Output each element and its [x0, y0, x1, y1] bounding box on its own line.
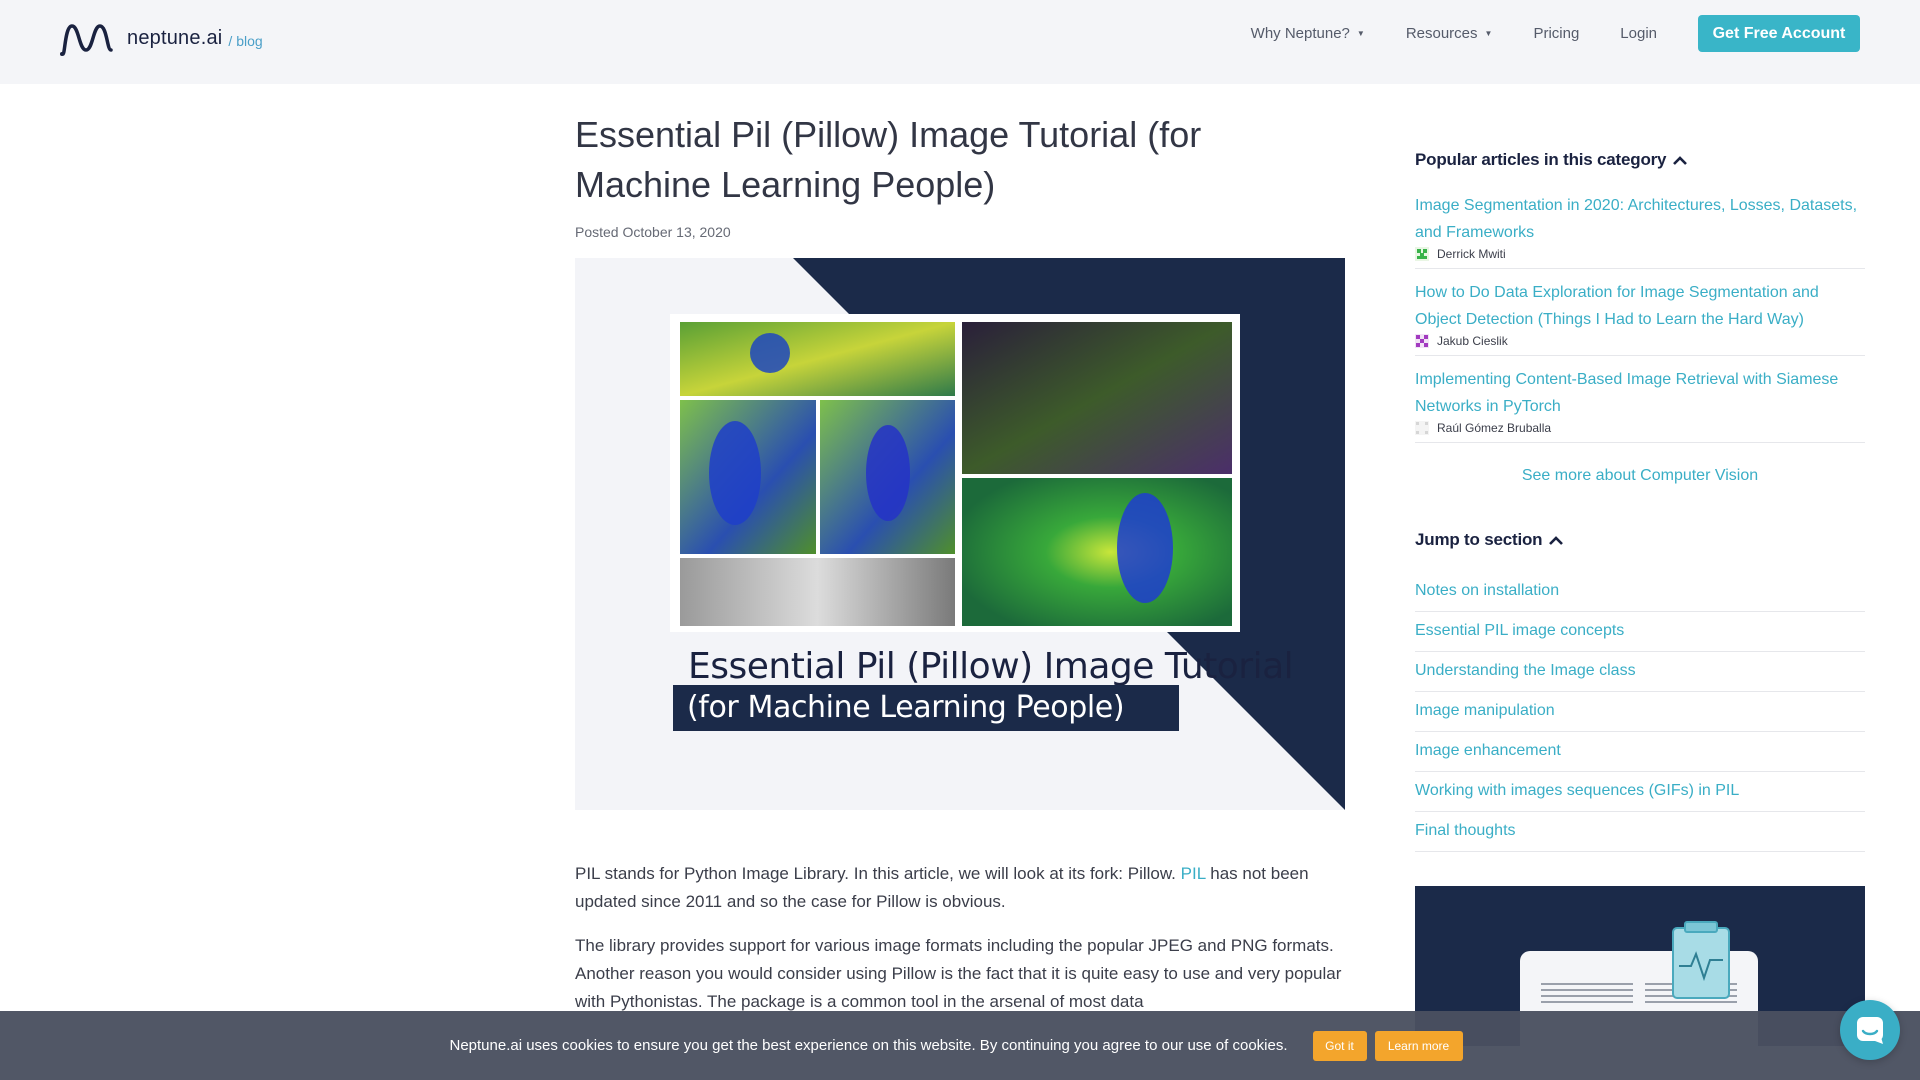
nav-why-neptune-label: Why Neptune?: [1250, 25, 1350, 42]
nav-resources[interactable]: Resources ▼: [1406, 15, 1493, 52]
sidebar: Popular articles in this category Image …: [1415, 150, 1865, 1046]
jump-to-section-list: Notes on installation Essential PIL imag…: [1415, 572, 1865, 852]
hero-image: Essential Pil (Pillow) Image Tutorial (f…: [575, 258, 1345, 810]
popular-articles-list: Image Segmentation in 2020: Architecture…: [1415, 192, 1865, 443]
popular-article-link[interactable]: Image Segmentation in 2020: Architecture…: [1415, 192, 1865, 246]
chevron-up-icon: [1549, 536, 1564, 545]
popular-article-link[interactable]: Implementing Content-Based Image Retriev…: [1415, 366, 1865, 420]
neptune-logo[interactable]: neptune.ai / blog: [59, 20, 263, 56]
popular-articles-heading[interactable]: Popular articles in this category: [1415, 150, 1865, 170]
article-paragraph: PIL stands for Python Image Library. In …: [575, 860, 1345, 916]
neptune-wave-logo-icon: [60, 24, 113, 56]
dropdown-caret-icon: ▼: [1484, 29, 1493, 38]
jump-link[interactable]: Working with images sequences (GIFs) in …: [1415, 772, 1865, 812]
author: Derrick Mwiti: [1415, 247, 1865, 261]
see-more-link[interactable]: See more about Computer Vision: [1415, 467, 1865, 485]
article-title: Essential Pil (Pillow) Image Tutorial (f…: [575, 114, 1202, 205]
paragraph-text: PIL stands for Python Image Library. In …: [575, 864, 1181, 883]
jump-link[interactable]: Final thoughts: [1415, 812, 1865, 852]
list-item: Implementing Content-Based Image Retriev…: [1415, 366, 1865, 443]
popular-article-link[interactable]: How to Do Data Exploration for Image Seg…: [1415, 279, 1865, 333]
jump-link[interactable]: Image manipulation: [1415, 692, 1865, 732]
main-nav: Why Neptune? ▼ Resources ▼ Pricing Login…: [1251, 15, 1860, 52]
cookie-consent-bar: Neptune.ai uses cookies to ensure you ge…: [0, 1011, 1920, 1080]
logo-text: neptune.ai: [127, 27, 223, 49]
learn-more-button[interactable]: Learn more: [1374, 1030, 1463, 1061]
author: Raúl Gómez Bruballa: [1415, 421, 1865, 435]
nav-why-neptune[interactable]: Why Neptune? ▼: [1251, 15, 1365, 52]
get-free-account-button[interactable]: Get Free Account: [1698, 15, 1860, 52]
list-item: Image Segmentation in 2020: Architecture…: [1415, 192, 1865, 269]
nav-login[interactable]: Login: [1620, 15, 1657, 52]
article: Essential Pil (Pillow) Image Tutorial (f…: [575, 110, 1345, 1016]
jump-to-section-heading[interactable]: Jump to section: [1415, 530, 1865, 550]
author: Jakub Cieslik: [1415, 334, 1865, 348]
hero-title: Essential Pil (Pillow) Image Tutorial: [688, 646, 1294, 687]
posted-date: Posted October 13, 2020: [575, 224, 731, 240]
hero-subtitle: (for Machine Learning People): [673, 685, 1179, 731]
nav-pricing-label: Pricing: [1533, 25, 1580, 42]
author-name: Jakub Cieslik: [1437, 334, 1508, 348]
chat-icon: [1857, 1017, 1883, 1044]
article-paragraph: The library provides support for various…: [575, 936, 1342, 1011]
pil-link[interactable]: PIL: [1181, 864, 1206, 883]
jump-link[interactable]: Essential PIL image concepts: [1415, 612, 1865, 652]
got-it-button[interactable]: Got it: [1312, 1030, 1367, 1061]
nav-pricing[interactable]: Pricing: [1533, 15, 1579, 52]
jump-link[interactable]: Notes on installation: [1415, 572, 1865, 612]
author-name: Derrick Mwiti: [1437, 247, 1506, 261]
avatar: [1415, 421, 1429, 435]
nav-resources-label: Resources: [1405, 25, 1478, 42]
list-item: How to Do Data Exploration for Image Seg…: [1415, 279, 1865, 356]
jump-to-section-heading-label: Jump to section: [1415, 530, 1543, 549]
popular-articles-heading-label: Popular articles in this category: [1415, 150, 1667, 169]
dropdown-caret-icon: ▼: [1356, 29, 1365, 38]
jump-link[interactable]: Understanding the Image class: [1415, 652, 1865, 692]
chevron-up-icon: [1673, 156, 1688, 165]
top-navigation-bar: neptune.ai / blog Why Neptune? ▼ Resourc…: [0, 0, 1920, 84]
cookie-message: Neptune.ai uses cookies to ensure you ge…: [449, 1037, 1288, 1054]
chat-launcher-button[interactable]: [1840, 1000, 1900, 1060]
avatar: [1415, 334, 1429, 348]
nav-login-label: Login: [1620, 25, 1657, 42]
jump-link[interactable]: Image enhancement: [1415, 732, 1865, 772]
logo-blog-label[interactable]: / blog: [228, 33, 262, 49]
avatar: [1415, 247, 1429, 261]
author-name: Raúl Gómez Bruballa: [1437, 421, 1552, 435]
